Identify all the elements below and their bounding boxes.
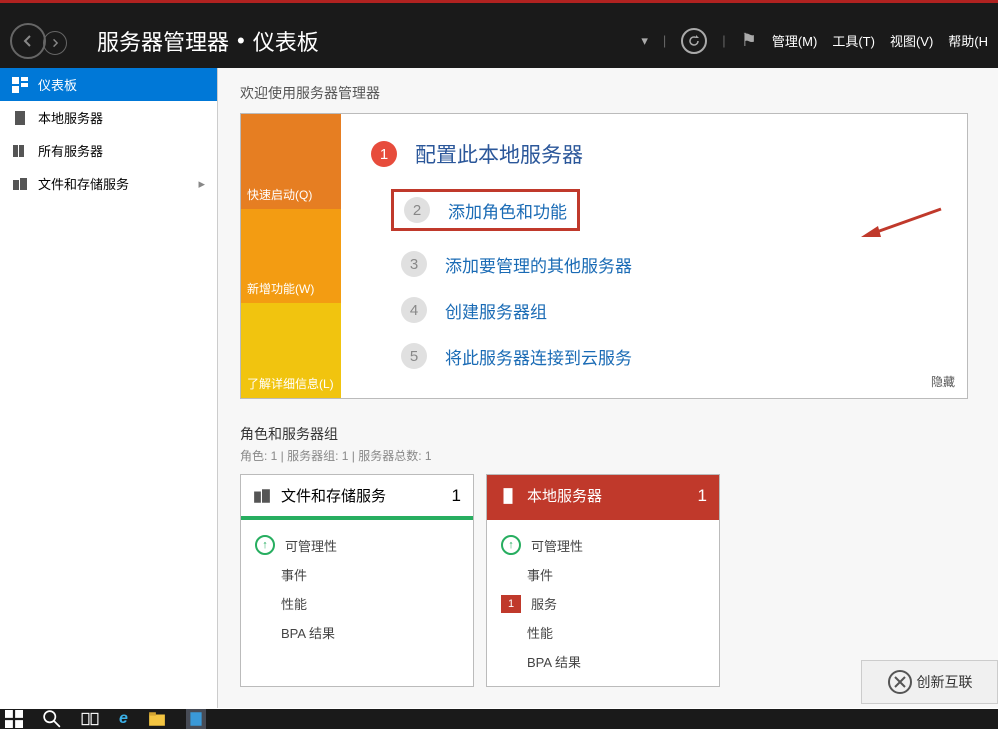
step-create-group[interactable]: 创建服务器组: [445, 298, 547, 323]
header-right: ▾ | | ⚑ 管理(M) 工具(T) 视图(V) 帮助(H: [641, 28, 988, 54]
step-4: 4 创建服务器组: [401, 297, 937, 323]
up-icon: ↑: [501, 535, 521, 555]
logo-icon: [887, 669, 913, 695]
step-configure-local[interactable]: 配置此本地服务器: [415, 139, 583, 169]
sidebar-item-label: 仪表板: [38, 75, 77, 94]
breadcrumb: 服务器管理器 • 仪表板: [97, 25, 319, 57]
card-row-events[interactable]: 事件: [255, 560, 459, 589]
content: 欢迎使用服务器管理器 快速启动(Q) 新增功能(W) 了解详细信息(L) 1 配…: [218, 68, 998, 708]
card-title: 文件和存储服务: [281, 485, 442, 506]
sidebar: 仪表板 本地服务器 所有服务器 文件和存储服务 ▸: [0, 68, 218, 708]
taskbar: e: [0, 709, 998, 729]
taskview-icon[interactable]: [81, 710, 99, 728]
cards: 文件和存储服务 1 ↑可管理性 事件 性能 BPA 结果 本地服务器 1 ↑可管: [240, 474, 968, 687]
card-title: 本地服务器: [527, 485, 688, 506]
header: 服务器管理器 • 仪表板 ▾ | | ⚑ 管理(M) 工具(T) 视图(V) 帮…: [0, 13, 998, 68]
server-icon: [499, 487, 517, 505]
step-num: 1: [371, 141, 397, 167]
alert-badge: 1: [501, 595, 521, 613]
menu-help[interactable]: 帮助(H: [948, 31, 988, 50]
dropdown-icon[interactable]: ▾: [641, 33, 648, 49]
step-3: 3 添加要管理的其他服务器: [401, 251, 937, 277]
explorer-icon[interactable]: [148, 710, 166, 728]
card-row-manage[interactable]: ↑可管理性: [255, 530, 459, 560]
sidebar-item-label: 本地服务器: [38, 108, 103, 127]
app-name: 服务器管理器: [97, 25, 229, 57]
storage-icon: [12, 176, 28, 192]
page-title: 仪表板: [253, 25, 319, 57]
welcome-text: 欢迎使用服务器管理器: [240, 83, 968, 103]
tile-learnmore[interactable]: 了解详细信息(L): [241, 303, 341, 398]
tile-quickstart[interactable]: 快速启动(Q): [241, 114, 341, 209]
sidebar-item-label: 所有服务器: [38, 141, 103, 160]
steps: 1 配置此本地服务器 2 添加角色和功能 3 添加要管理的其他服务器 4 创建服…: [341, 114, 967, 398]
sidebar-item-label: 文件和存储服务: [38, 174, 129, 193]
step-2: 2 添加角色和功能: [391, 189, 580, 231]
watermark: 创新互联: [861, 660, 998, 704]
card-header: 本地服务器 1: [487, 475, 719, 520]
search-icon[interactable]: [43, 710, 61, 728]
back-button[interactable]: [10, 23, 46, 59]
step-num: 4: [401, 297, 427, 323]
card-header: 文件和存储服务 1: [241, 475, 473, 520]
storage-icon: [253, 487, 271, 505]
sidebar-item-all[interactable]: 所有服务器: [0, 134, 217, 167]
step-1: 1 配置此本地服务器: [371, 139, 937, 169]
step-5: 5 将此服务器连接到云服务: [401, 343, 937, 369]
card-row-services[interactable]: 1服务: [501, 589, 705, 618]
roles-title: 角色和服务器组: [240, 424, 968, 444]
servers-icon: [12, 143, 28, 159]
menu-manage[interactable]: 管理(M): [772, 31, 818, 50]
menu-view[interactable]: 视图(V): [890, 31, 933, 50]
card-row-perf[interactable]: 性能: [501, 618, 705, 647]
ie-icon[interactable]: e: [119, 710, 128, 728]
step-num: 3: [401, 251, 427, 277]
server-icon: [12, 110, 28, 126]
menu-tools[interactable]: 工具(T): [832, 31, 875, 50]
card-local-server[interactable]: 本地服务器 1 ↑可管理性 事件 1服务 性能 BPA 结果: [486, 474, 720, 687]
start-icon[interactable]: [5, 710, 23, 728]
card-count: 1: [698, 486, 707, 506]
card-row-events[interactable]: 事件: [501, 560, 705, 589]
card-count: 1: [452, 486, 461, 506]
nav-arrows: [10, 23, 67, 59]
hide-link[interactable]: 隐藏: [931, 373, 955, 390]
step-add-servers[interactable]: 添加要管理的其他服务器: [445, 252, 632, 277]
chevron-right-icon: ▸: [198, 176, 205, 192]
roles-subtitle: 角色: 1 | 服务器组: 1 | 服务器总数: 1: [240, 447, 968, 464]
forward-button[interactable]: [43, 31, 67, 55]
tile-whatsnew[interactable]: 新增功能(W): [241, 209, 341, 304]
step-connect-cloud[interactable]: 将此服务器连接到云服务: [445, 344, 632, 369]
tiles: 快速启动(Q) 新增功能(W) 了解详细信息(L): [241, 114, 341, 398]
refresh-icon[interactable]: [681, 28, 707, 54]
quickstart-panel: 快速启动(Q) 新增功能(W) 了解详细信息(L) 1 配置此本地服务器 2 添…: [240, 113, 968, 399]
breadcrumb-separator: •: [237, 28, 245, 54]
card-row-manage[interactable]: ↑可管理性: [501, 530, 705, 560]
window-titlebar: [0, 0, 998, 13]
card-row-bpa[interactable]: BPA 结果: [501, 647, 705, 676]
card-body: ↑可管理性 事件 1服务 性能 BPA 结果: [487, 520, 719, 686]
up-icon: ↑: [255, 535, 275, 555]
flag-icon[interactable]: ⚑: [741, 30, 757, 51]
card-body: ↑可管理性 事件 性能 BPA 结果: [241, 520, 473, 657]
step-num: 2: [404, 197, 430, 223]
sidebar-item-dashboard[interactable]: 仪表板: [0, 68, 217, 101]
card-row-perf[interactable]: 性能: [255, 589, 459, 618]
dashboard-icon: [12, 77, 28, 93]
servermanager-icon[interactable]: [186, 709, 206, 729]
sidebar-item-storage[interactable]: 文件和存储服务 ▸: [0, 167, 217, 200]
step-num: 5: [401, 343, 427, 369]
card-row-bpa[interactable]: BPA 结果: [255, 618, 459, 647]
step-add-roles[interactable]: 添加角色和功能: [448, 198, 567, 223]
sidebar-item-local[interactable]: 本地服务器: [0, 101, 217, 134]
card-file-storage[interactable]: 文件和存储服务 1 ↑可管理性 事件 性能 BPA 结果: [240, 474, 474, 687]
